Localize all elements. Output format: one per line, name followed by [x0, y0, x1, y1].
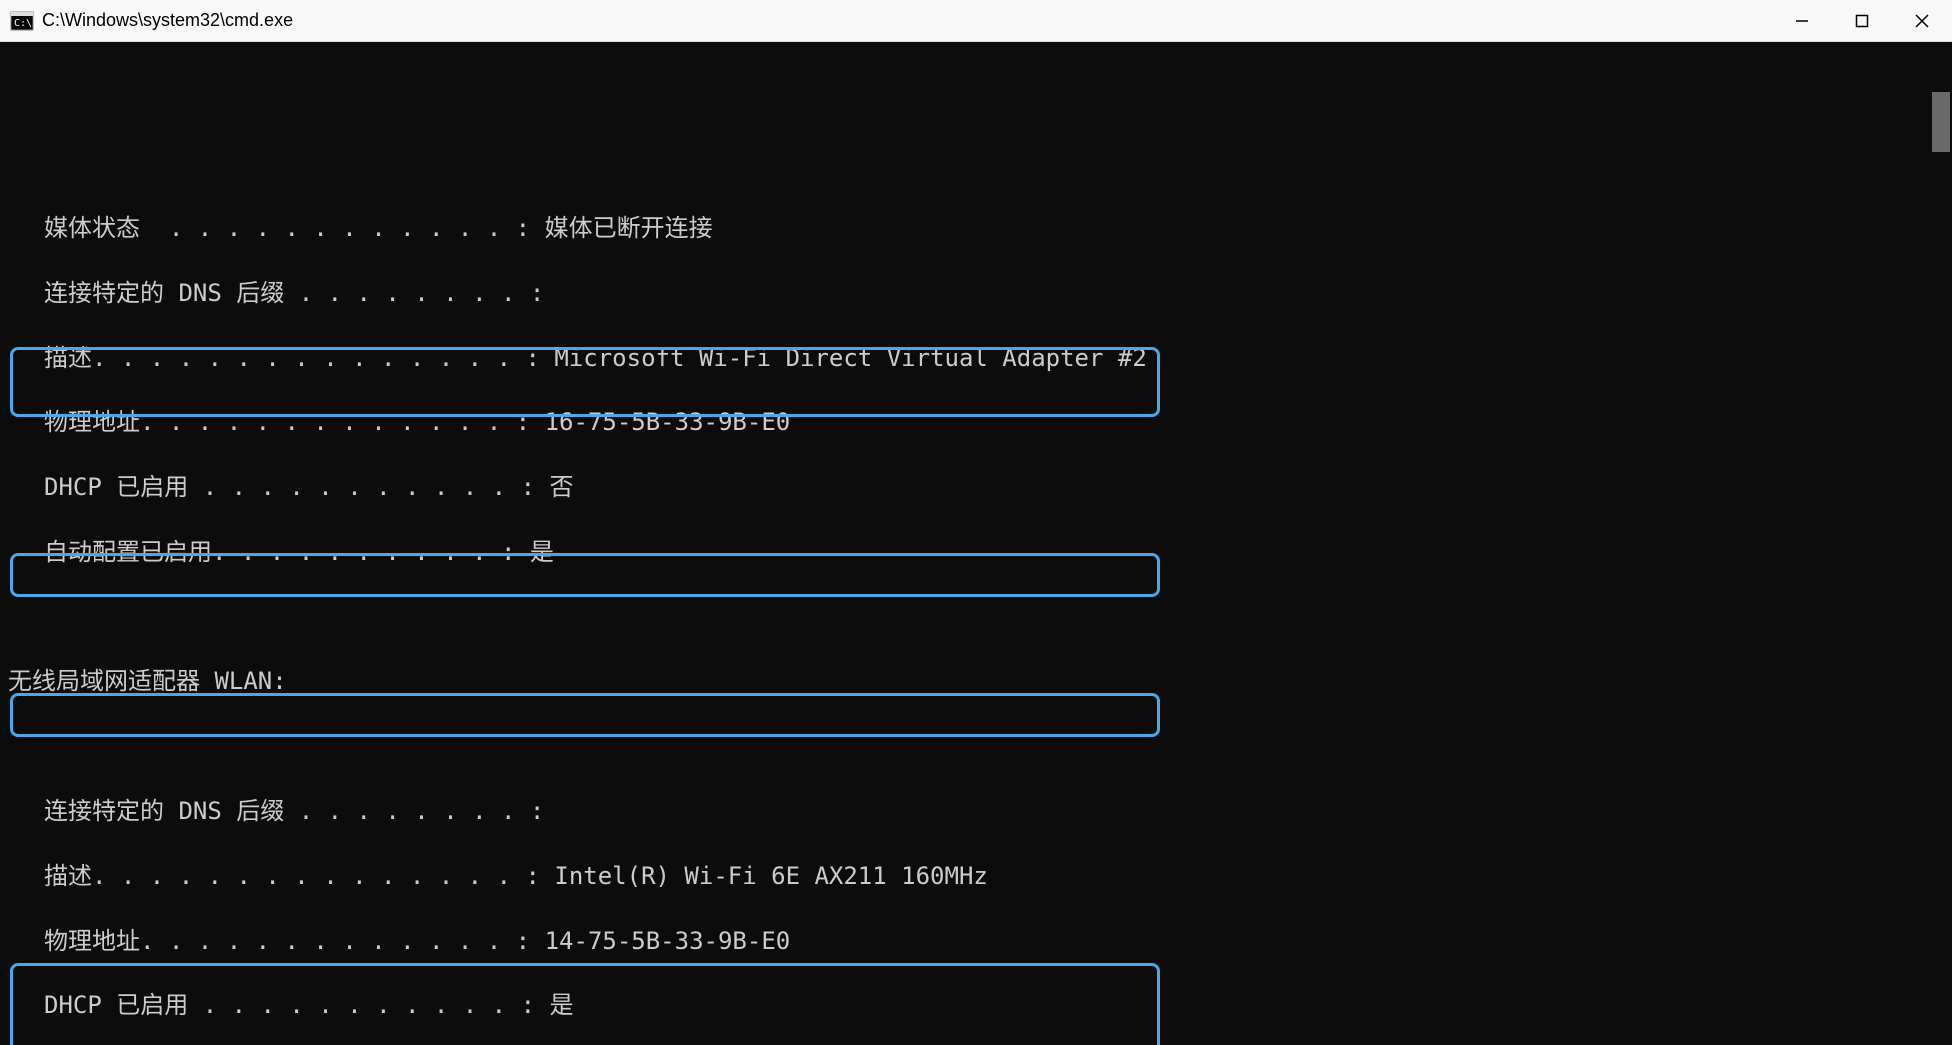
- terminal-area[interactable]: 媒体状态 . . . . . . . . . . . . : 媒体已断开连接 连…: [0, 42, 1952, 1045]
- autoconfig-value: 是: [530, 538, 554, 566]
- dns-suffix-label: 连接特定的 DNS 后缀: [44, 279, 284, 307]
- media-state-value: 媒体已断开连接: [545, 214, 713, 242]
- cmd-icon: C:\: [10, 9, 34, 33]
- physical-address-value: 16-75-5B-33-9B-E0: [545, 408, 791, 436]
- maximize-button[interactable]: [1832, 0, 1892, 41]
- scrollbar-track[interactable]: [1930, 42, 1952, 1045]
- window-controls: [1772, 0, 1952, 41]
- description-value-2: Intel(R) Wi-Fi 6E AX211 160MHz: [554, 862, 987, 890]
- close-button[interactable]: [1892, 0, 1952, 41]
- description-label: 描述: [44, 344, 92, 372]
- description-value: Microsoft Wi-Fi Direct Virtual Adapter #…: [554, 344, 1146, 372]
- dns-suffix-label-2: 连接特定的 DNS 后缀: [44, 797, 284, 825]
- minimize-button[interactable]: [1772, 0, 1832, 41]
- wlan-adapter-header: 无线局域网适配器 WLAN:: [8, 665, 1952, 697]
- dhcp-enabled-value: 否: [549, 473, 573, 501]
- cmd-window: C:\ C:\Windows\system32\cmd.exe 媒体状态 . .…: [0, 0, 1952, 1045]
- media-state-label: 媒体状态: [44, 214, 140, 242]
- physical-address-label-2: 物理地址: [44, 927, 140, 955]
- scrollbar-thumb[interactable]: [1932, 92, 1950, 152]
- physical-address-value-2: 14-75-5B-33-9B-E0: [545, 927, 791, 955]
- dhcp-enabled-label: DHCP 已启用: [44, 473, 188, 501]
- dhcp-enabled-label-2: DHCP 已启用: [44, 991, 188, 1019]
- description-label-2: 描述: [44, 862, 92, 890]
- svg-text:C:\: C:\: [14, 18, 32, 29]
- titlebar[interactable]: C:\ C:\Windows\system32\cmd.exe: [0, 0, 1952, 42]
- dhcp-enabled-value-2: 是: [549, 991, 573, 1019]
- physical-address-label: 物理地址: [44, 408, 140, 436]
- window-title: C:\Windows\system32\cmd.exe: [42, 10, 1772, 31]
- autoconfig-label: 自动配置已启用: [44, 538, 212, 566]
- terminal-output: 媒体状态 . . . . . . . . . . . . : 媒体已断开连接 连…: [8, 115, 1952, 1045]
